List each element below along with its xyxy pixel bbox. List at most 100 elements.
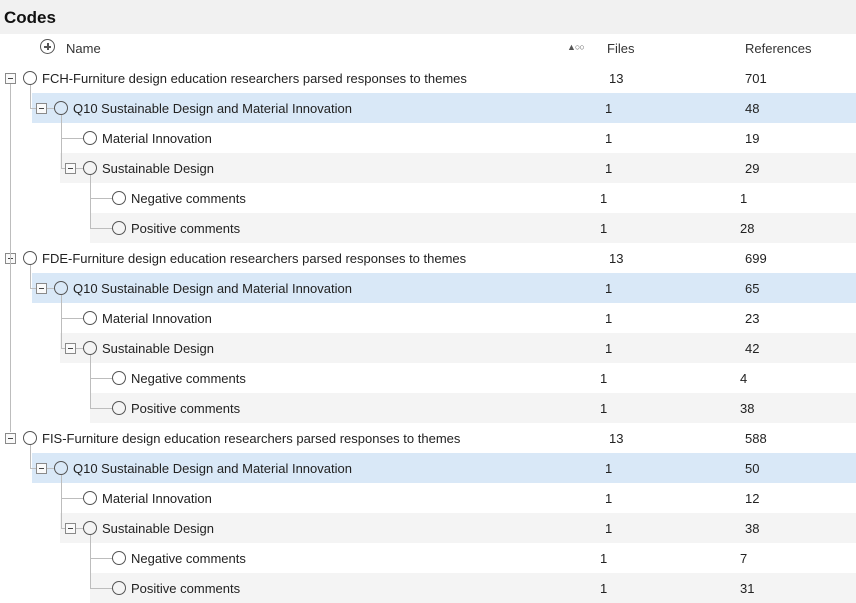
tree-connector-line xyxy=(61,498,83,499)
tree-row[interactable]: Negative comments 1 1 xyxy=(0,183,856,213)
tree-vertical-line xyxy=(30,85,31,108)
files-count: 1 xyxy=(600,401,608,416)
collapse-toggle-icon[interactable] xyxy=(5,433,16,444)
files-count: 13 xyxy=(609,431,624,446)
collapse-toggle-icon[interactable] xyxy=(5,73,16,84)
code-name: Positive comments xyxy=(131,581,241,596)
code-node-icon xyxy=(54,461,68,475)
code-node-icon xyxy=(83,491,97,505)
tree-connector-line xyxy=(90,588,112,589)
code-node-icon xyxy=(83,341,97,355)
files-count: 1 xyxy=(605,161,613,176)
code-name: Positive comments xyxy=(131,401,241,416)
panel-title: Codes xyxy=(4,8,56,27)
column-name-header[interactable]: Name xyxy=(66,41,101,56)
code-node-icon xyxy=(54,101,68,115)
code-name: FIS-Furniture design education researche… xyxy=(42,431,461,446)
tree-row[interactable]: Sustainable Design 1 38 xyxy=(0,513,856,543)
files-count: 1 xyxy=(600,371,608,386)
files-count: 1 xyxy=(605,521,613,536)
tree-row[interactable]: Sustainable Design 1 42 xyxy=(0,333,856,363)
add-code-icon[interactable] xyxy=(40,39,55,54)
tree-connector-line xyxy=(90,378,112,379)
collapse-toggle-icon[interactable] xyxy=(36,283,47,294)
code-name: Negative comments xyxy=(131,371,246,386)
tree-vertical-line xyxy=(90,355,91,408)
code-name: FDE-Furniture design education researche… xyxy=(42,251,467,266)
tree-root-line xyxy=(10,84,11,432)
sort-icon[interactable]: ▲○○ xyxy=(567,42,585,52)
code-node-icon xyxy=(83,131,97,145)
files-count: 13 xyxy=(609,251,624,266)
references-count: 19 xyxy=(745,131,760,146)
references-count: 701 xyxy=(745,71,767,86)
tree-connector-line xyxy=(90,228,112,229)
code-name: Q10 Sustainable Design and Material Inno… xyxy=(73,281,352,296)
tree-row[interactable]: FIS-Furniture design education researche… xyxy=(0,423,856,453)
references-count: 1 xyxy=(740,191,748,206)
code-name: Sustainable Design xyxy=(102,341,215,356)
files-count: 1 xyxy=(605,281,613,296)
files-count: 1 xyxy=(600,191,608,206)
files-count: 1 xyxy=(600,581,608,596)
tree-vertical-line xyxy=(30,265,31,288)
column-files-header[interactable]: Files xyxy=(607,41,634,56)
code-node-icon xyxy=(112,221,126,235)
code-name: Q10 Sustainable Design and Material Inno… xyxy=(73,101,352,116)
code-name: Q10 Sustainable Design and Material Inno… xyxy=(73,461,352,476)
collapse-toggle-icon[interactable] xyxy=(36,463,47,474)
code-name: Sustainable Design xyxy=(102,161,215,176)
tree-row[interactable]: Q10 Sustainable Design and Material Inno… xyxy=(0,273,856,303)
files-count: 1 xyxy=(605,311,613,326)
tree-row[interactable]: Q10 Sustainable Design and Material Inno… xyxy=(0,93,856,123)
panel-header: Codes xyxy=(0,0,856,34)
tree-row[interactable]: Positive comments 1 28 xyxy=(0,213,856,243)
tree-vertical-line xyxy=(90,535,91,588)
references-count: 38 xyxy=(745,521,760,536)
tree-vertical-line xyxy=(30,445,31,468)
tree-row[interactable]: Positive comments 1 31 xyxy=(0,573,856,603)
tree-row[interactable]: Sustainable Design 1 29 xyxy=(0,153,856,183)
code-node-icon xyxy=(112,551,126,565)
tree-vertical-line xyxy=(61,475,62,528)
code-name: Positive comments xyxy=(131,221,241,236)
tree-row[interactable]: FCH-Furniture design education researche… xyxy=(0,63,856,93)
references-count: 42 xyxy=(745,341,760,356)
code-node-icon xyxy=(54,281,68,295)
code-node-icon xyxy=(83,161,97,175)
code-node-icon xyxy=(83,521,97,535)
references-count: 48 xyxy=(745,101,760,116)
tree-vertical-line xyxy=(90,175,91,228)
collapse-toggle-icon[interactable] xyxy=(65,343,76,354)
tree-vertical-line xyxy=(61,295,62,348)
tree-row[interactable]: Material Innovation 1 19 xyxy=(0,123,856,153)
tree-row[interactable]: Q10 Sustainable Design and Material Inno… xyxy=(0,453,856,483)
code-name: FCH-Furniture design education researche… xyxy=(42,71,467,86)
files-count: 1 xyxy=(605,131,613,146)
tree-vertical-line xyxy=(61,115,62,168)
code-node-icon xyxy=(112,191,126,205)
tree-row[interactable]: Positive comments 1 38 xyxy=(0,393,856,423)
references-count: 38 xyxy=(740,401,755,416)
tree-row[interactable]: Material Innovation 1 23 xyxy=(0,303,856,333)
code-node-icon xyxy=(112,371,126,385)
code-node-icon xyxy=(112,401,126,415)
collapse-toggle-icon[interactable] xyxy=(36,103,47,114)
tree-row[interactable]: Negative comments 1 4 xyxy=(0,363,856,393)
column-header-row: Name Files References xyxy=(0,34,856,63)
files-count: 1 xyxy=(600,221,608,236)
tree-connector-line xyxy=(90,408,112,409)
tree-row[interactable]: Negative comments 1 7 xyxy=(0,543,856,573)
tree-row[interactable]: Material Innovation 1 12 xyxy=(0,483,856,513)
code-node-icon xyxy=(83,311,97,325)
collapse-toggle-icon[interactable] xyxy=(65,523,76,534)
files-count: 1 xyxy=(605,461,613,476)
tree-row[interactable]: FDE-Furniture design education researche… xyxy=(0,243,856,273)
collapse-toggle-icon[interactable] xyxy=(65,163,76,174)
code-name: Negative comments xyxy=(131,191,246,206)
code-name: Material Innovation xyxy=(102,311,212,326)
files-count: 1 xyxy=(605,491,613,506)
code-node-icon xyxy=(23,71,37,85)
files-count: 13 xyxy=(609,71,624,86)
column-references-header[interactable]: References xyxy=(745,41,811,56)
